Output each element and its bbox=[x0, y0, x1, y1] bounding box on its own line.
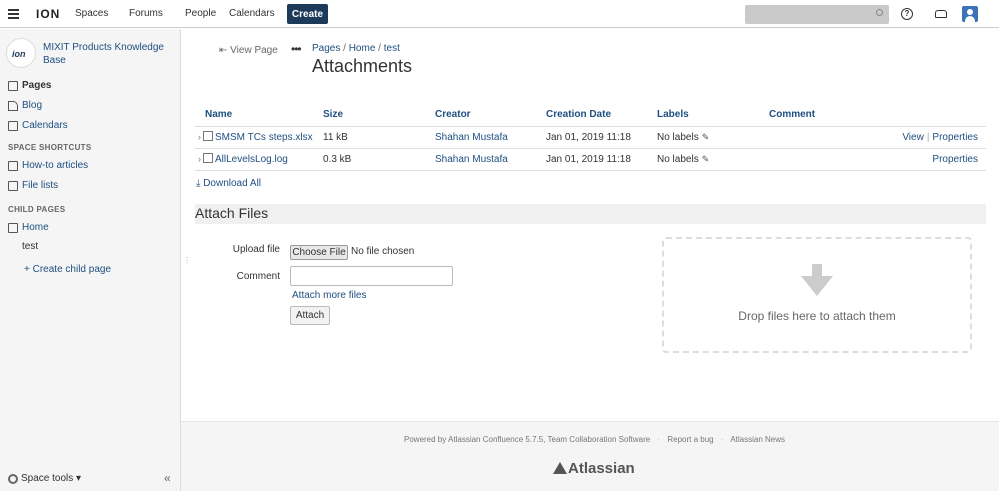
app-logo[interactable]: ION bbox=[36, 7, 60, 21]
drop-zone-text: Drop files here to attach them bbox=[738, 309, 896, 323]
help-icon[interactable]: ? bbox=[901, 8, 913, 20]
spreadsheet-icon bbox=[203, 131, 213, 141]
nav-calendars[interactable]: Calendars bbox=[229, 8, 275, 19]
menu-icon[interactable] bbox=[8, 9, 19, 19]
attachments-table: Name Size Creator Creation Date Labels C… bbox=[195, 104, 986, 171]
properties-link[interactable]: Properties bbox=[932, 132, 978, 143]
attachment-name[interactable]: SMSM TCs steps.xlsx bbox=[215, 132, 313, 143]
calendar-icon bbox=[8, 120, 18, 131]
powered-by-text: Powered by Atlassian Confluence 5.7.5, T… bbox=[404, 435, 651, 444]
atlassian-triangle-icon bbox=[553, 462, 567, 474]
page-title: Attachments bbox=[312, 56, 413, 76]
sidebar-resize-handle[interactable]: ⋮ bbox=[183, 256, 191, 265]
nav-people[interactable]: People bbox=[185, 8, 216, 19]
attachment-size: 0.3 kB bbox=[313, 148, 425, 171]
breadcrumb: Pages / Home / test bbox=[312, 43, 400, 54]
pages-icon bbox=[8, 80, 18, 91]
breadcrumb-home[interactable]: Home bbox=[349, 43, 376, 54]
link-icon bbox=[8, 180, 18, 191]
col-name[interactable]: Name bbox=[195, 104, 313, 127]
attachment-labels: No labels bbox=[657, 153, 699, 165]
attach-more-files-link[interactable]: Attach more files bbox=[292, 290, 366, 301]
shortcuts-heading: SPACE SHORTCUTS bbox=[8, 143, 92, 152]
attachment-date: Jan 01, 2019 11:18 bbox=[536, 148, 647, 171]
nav-forums[interactable]: Forums bbox=[129, 8, 163, 19]
attachment-size: 11 kB bbox=[313, 126, 425, 149]
sidebar-item-blog[interactable]: Blog bbox=[8, 100, 42, 111]
no-file-chosen-text: No file chosen bbox=[351, 246, 415, 257]
sidebar-item-calendars[interactable]: Calendars bbox=[8, 120, 68, 131]
atlassian-news-link[interactable]: Atlassian News bbox=[730, 435, 785, 444]
attachment-creator[interactable]: Shahan Mustafa bbox=[435, 132, 508, 143]
sidebar: ion MIXIT Products Knowledge Base Pages … bbox=[0, 29, 181, 491]
search-icon bbox=[876, 9, 883, 16]
footer: Powered by Atlassian Confluence 5.7.5, T… bbox=[181, 421, 999, 491]
nav-spaces[interactable]: Spaces bbox=[75, 8, 108, 19]
blog-icon bbox=[8, 100, 18, 111]
breadcrumb-pages[interactable]: Pages bbox=[312, 43, 340, 54]
space-logo[interactable]: ion bbox=[6, 38, 36, 68]
expand-chevron-icon[interactable]: › bbox=[198, 154, 201, 164]
attach-button[interactable]: Attach bbox=[290, 306, 330, 325]
attachment-labels: No labels bbox=[657, 131, 699, 143]
breadcrumb-test[interactable]: test bbox=[384, 43, 400, 54]
download-icon: ⤓ bbox=[196, 178, 201, 189]
properties-link[interactable]: Properties bbox=[932, 154, 978, 165]
gear-icon bbox=[8, 473, 18, 484]
space-tools-menu[interactable]: Space tools ▾ bbox=[8, 473, 81, 484]
download-arrow-icon bbox=[812, 264, 822, 276]
download-all-link[interactable]: ⤓ Download All bbox=[196, 178, 261, 189]
col-size[interactable]: Size bbox=[313, 104, 425, 127]
more-actions-icon[interactable]: ••• bbox=[291, 42, 302, 56]
attachment-creator[interactable]: Shahan Mustafa bbox=[435, 154, 508, 165]
sidebar-item-pages[interactable]: Pages bbox=[8, 80, 51, 91]
top-nav-bar: ION Spaces Forums People Calendars Creat… bbox=[0, 0, 999, 28]
child-page-test[interactable]: test bbox=[22, 241, 38, 252]
edit-labels-icon[interactable]: ✎ bbox=[702, 154, 710, 164]
col-comment: Comment bbox=[759, 104, 986, 127]
child-pages-heading: CHILD PAGES bbox=[8, 205, 66, 214]
col-creator[interactable]: Creator bbox=[425, 104, 536, 127]
expand-chevron-icon[interactable]: › bbox=[198, 132, 201, 142]
file-icon bbox=[203, 153, 213, 163]
link-icon bbox=[8, 160, 18, 171]
col-labels: Labels bbox=[647, 104, 759, 127]
choose-file-button[interactable]: Choose File bbox=[290, 245, 348, 260]
attach-files-title: Attach Files bbox=[195, 205, 269, 221]
create-child-page-link[interactable]: + Create child page bbox=[24, 264, 111, 275]
search-input[interactable] bbox=[745, 5, 889, 24]
create-button[interactable]: Create bbox=[287, 4, 328, 24]
table-row: › SMSM TCs steps.xlsx 11 kB Shahan Mustaf… bbox=[195, 126, 986, 149]
space-name[interactable]: MIXIT Products Knowledge Base bbox=[43, 41, 173, 67]
file-drop-zone[interactable]: Drop files here to attach them bbox=[662, 237, 972, 353]
page-icon bbox=[8, 222, 18, 233]
table-row: › AllLevelsLog.log 0.3 kB Shahan Mustafa … bbox=[195, 148, 986, 171]
sidebar-item-how-to[interactable]: How-to articles bbox=[8, 160, 88, 171]
comment-label: Comment bbox=[236, 271, 280, 282]
report-bug-link[interactable]: Report a bug bbox=[667, 435, 713, 444]
edit-labels-icon[interactable]: ✎ bbox=[702, 132, 710, 142]
attach-files-header bbox=[195, 204, 986, 224]
user-avatar[interactable] bbox=[962, 6, 978, 22]
collapse-sidebar-icon[interactable]: « bbox=[164, 471, 171, 485]
sidebar-item-file-lists[interactable]: File lists bbox=[8, 180, 58, 191]
notifications-icon[interactable] bbox=[935, 10, 947, 18]
child-page-home[interactable]: Home bbox=[8, 222, 49, 233]
atlassian-logo[interactable]: Atlassian bbox=[553, 460, 635, 477]
view-page-link[interactable]: ⇤ View Page bbox=[219, 45, 278, 56]
col-creation-date[interactable]: Creation Date bbox=[536, 104, 647, 127]
attachment-date: Jan 01, 2019 11:18 bbox=[536, 126, 647, 149]
upload-file-label: Upload file bbox=[232, 244, 280, 255]
attachment-name[interactable]: AllLevelsLog.log bbox=[215, 154, 288, 165]
table-header-row: Name Size Creator Creation Date Labels C… bbox=[195, 104, 986, 127]
comment-field[interactable] bbox=[290, 266, 453, 286]
view-link[interactable]: View bbox=[902, 132, 924, 143]
